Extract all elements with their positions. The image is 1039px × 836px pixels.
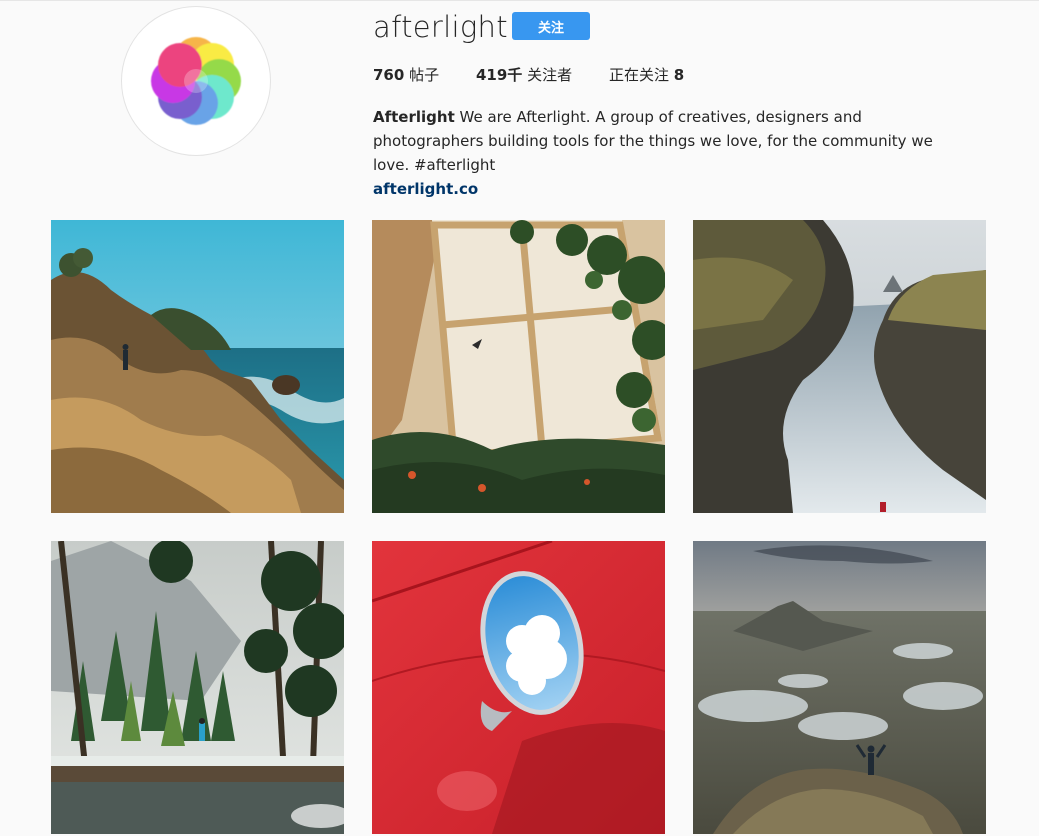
followers-count: 419千: [476, 66, 523, 84]
post-image-mountain: [693, 541, 986, 834]
post-thumbnail[interactable]: [693, 220, 986, 513]
profile-username: afterlight: [373, 10, 508, 44]
post-thumbnail[interactable]: [51, 541, 344, 834]
followers-count-stat[interactable]: 419千 关注者: [476, 65, 609, 85]
profile-stats: 760 帖子 419千 关注者 正在关注 8: [373, 65, 684, 85]
post-thumbnail[interactable]: [693, 541, 986, 834]
avatar[interactable]: [121, 6, 271, 156]
following-label: 正在关注: [609, 66, 674, 84]
following-count-stat[interactable]: 正在关注 8: [609, 65, 684, 85]
post-thumbnail[interactable]: [372, 220, 665, 513]
posts-label: 帖子: [404, 66, 440, 84]
post-image-fjord: [693, 220, 986, 513]
following-count: 8: [673, 66, 685, 84]
post-image-forest: [51, 541, 344, 834]
bio-website-link[interactable]: afterlight.co: [373, 177, 973, 201]
follow-button[interactable]: 关注: [512, 12, 590, 40]
posts-count: 760: [373, 66, 405, 84]
post-image-mirror: [372, 541, 665, 834]
bio-text: We are Afterlight. A group of creatives,…: [373, 108, 933, 174]
followers-label: 关注者: [522, 66, 573, 84]
profile-page: afterlight 关注 760 帖子 419千 关注者 正在关注 8 Aft…: [0, 0, 1039, 836]
post-image-window: [372, 220, 665, 513]
afterlight-logo-icon: [151, 37, 241, 125]
bio-full-name: Afterlight: [373, 108, 455, 126]
post-thumbnail[interactable]: [51, 220, 344, 513]
post-thumbnail[interactable]: [372, 541, 665, 834]
posts-grid: [51, 220, 986, 834]
profile-bio: Afterlight We are Afterlight. A group of…: [373, 105, 973, 201]
posts-count-stat[interactable]: 760 帖子: [373, 65, 476, 85]
post-image-coast: [51, 220, 344, 513]
